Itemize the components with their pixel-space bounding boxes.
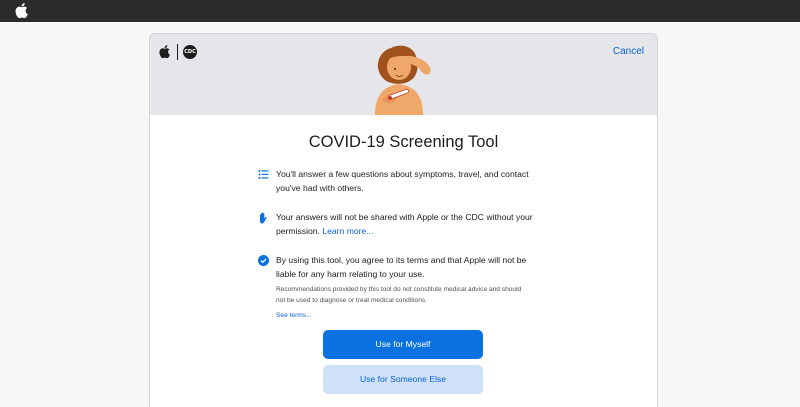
logo-divider xyxy=(177,43,178,60)
info-item-privacy: Your answers will not be shared with App… xyxy=(260,211,536,238)
use-for-someone-else-button[interactable]: Use for Someone Else xyxy=(323,365,483,394)
info-item-terms: By using this tool, you agree to its ter… xyxy=(258,254,536,323)
top-bar xyxy=(0,0,800,22)
person-with-thermometer-illustration xyxy=(375,45,431,115)
info-item-text: By using this tool, you agree to its ter… xyxy=(276,255,527,279)
partner-logos: CDC xyxy=(159,43,197,60)
cancel-button[interactable]: Cancel xyxy=(613,46,644,57)
medical-disclaimer: Recommendations provided by this tool do… xyxy=(276,286,522,304)
learn-more-link[interactable]: Learn more... xyxy=(322,226,373,236)
hand-icon xyxy=(260,212,267,224)
use-for-myself-button[interactable]: Use for Myself xyxy=(323,330,483,359)
apple-logo-icon xyxy=(159,44,170,58)
apple-logo-icon[interactable] xyxy=(15,3,29,19)
page-title: COVID-19 Screening Tool xyxy=(308,133,499,151)
screening-card: CDC Cancel COVID-19 Screening Tool You'l… xyxy=(149,33,658,407)
card-header: CDC Cancel xyxy=(150,34,657,115)
cdc-logo-icon: CDC xyxy=(183,44,197,59)
info-item-questions: You'll answer a few questions about symp… xyxy=(258,168,536,195)
list-icon xyxy=(258,170,269,179)
checkmark-circle-icon xyxy=(258,255,269,266)
info-item-text: You'll answer a few questions about symp… xyxy=(276,169,529,193)
see-terms-link[interactable]: See terms... xyxy=(276,309,536,323)
info-item-text: Your answers will not be shared with App… xyxy=(276,212,533,236)
